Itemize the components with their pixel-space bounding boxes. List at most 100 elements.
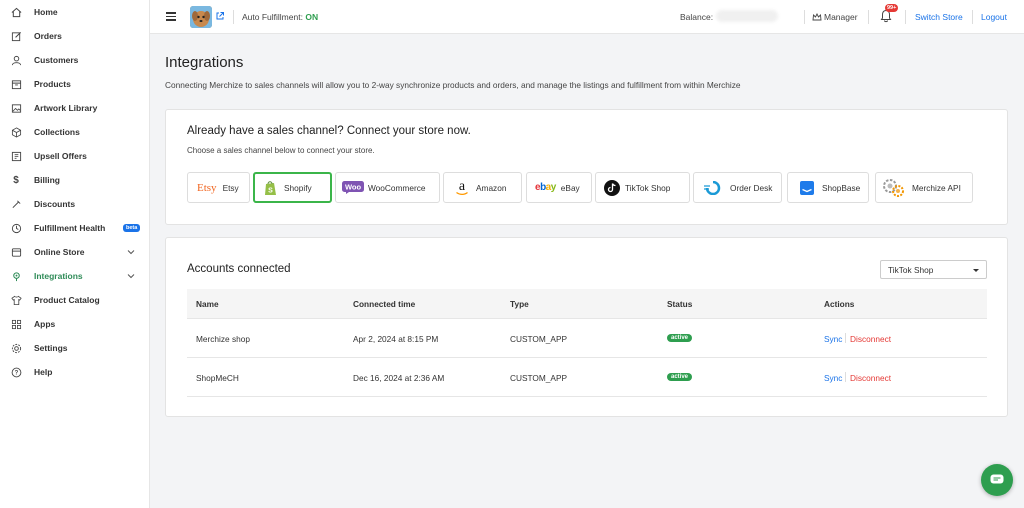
collection-icon (10, 126, 22, 138)
sidebar-item-label: Settings (34, 343, 68, 353)
account-name: Merchize shop (196, 334, 250, 344)
channel-name: eBay (560, 182, 580, 193)
sidebar-item-product-catalog[interactable]: Product Catalog (0, 290, 150, 310)
caret-down-icon (973, 269, 979, 272)
top-header: Auto Fulfillment: ON Balance: Manager 99… (150, 0, 1024, 34)
divider (233, 10, 234, 24)
external-link-icon[interactable] (215, 11, 225, 21)
logout-link[interactable]: Logout (981, 12, 1007, 22)
balance-value-hidden (716, 10, 778, 22)
sidebar-item-settings[interactable]: Settings (0, 338, 150, 358)
connect-subtitle: Choose a sales channel below to connect … (187, 146, 375, 155)
status-badge: active (667, 373, 693, 381)
crown-icon (812, 13, 822, 21)
connected-time: Apr 2, 2024 at 8:15 PM (353, 334, 439, 344)
help-icon: ? (10, 366, 22, 378)
balance-label: Balance: (680, 12, 714, 22)
status-badge: active (667, 334, 693, 342)
svg-text:?: ? (14, 370, 18, 376)
connected-time: Dec 16, 2024 at 2:36 AM (353, 373, 445, 383)
divider (845, 333, 846, 343)
auto-fulfillment-value: ON (305, 12, 319, 22)
shirt-icon (10, 294, 22, 306)
sidebar-item-label: Help (34, 367, 53, 377)
channel-shopbase[interactable]: ShopBase (787, 172, 869, 203)
channel-etsy[interactable]: Etsy Etsy (187, 172, 250, 203)
sidebar-item-customers[interactable]: Customers (0, 50, 150, 70)
channel-shopify[interactable]: S Shopify (253, 172, 332, 203)
sync-link[interactable]: Sync (824, 373, 842, 383)
dollar-icon: $ (13, 174, 19, 186)
accounts-connected-card: Accounts connected TikTok Shop Name Conn… (165, 237, 1008, 417)
manager-button[interactable]: Manager (812, 12, 858, 22)
sidebar-item-home[interactable]: Home (0, 2, 150, 22)
channel-name: Shopify (284, 182, 312, 193)
account-type: CUSTOM_APP (510, 373, 568, 383)
sidebar-item-label: Products (34, 79, 71, 89)
chevron-down-icon (127, 250, 135, 255)
menu-toggle-icon[interactable] (166, 12, 176, 21)
api-icon (881, 177, 907, 199)
channel-name: WooCommerce (368, 182, 426, 193)
channel-name: Amazon (476, 182, 507, 193)
channel-merchize-api[interactable]: Merchize API (875, 172, 973, 203)
ebay-icon: ebay (535, 182, 556, 193)
table-row: ShopMeCH Dec 16, 2024 at 2:36 AM CUSTOM_… (187, 358, 987, 397)
shopbase-icon (800, 180, 814, 195)
sidebar-item-fulfillment-health[interactable]: Fulfillment Health beta (0, 218, 150, 238)
store-avatar[interactable] (190, 6, 212, 28)
channel-amazon[interactable]: a Amazon (443, 172, 522, 203)
accounts-title: Accounts connected (187, 263, 291, 275)
channel-tiktok-shop[interactable]: TikTok Shop (595, 172, 690, 203)
notification-count-badge: 99+ (885, 4, 899, 12)
sync-link[interactable]: Sync (824, 334, 842, 344)
disconnect-link[interactable]: Disconnect (850, 373, 891, 383)
channel-filter-select[interactable]: TikTok Shop (880, 260, 987, 279)
sidebar-item-billing[interactable]: $ Billing (0, 170, 150, 190)
sidebar: Home Orders Customers Products Artwork L… (0, 0, 150, 508)
divider (804, 10, 805, 24)
channel-name: ShopBase (822, 182, 861, 193)
image-icon (10, 102, 22, 114)
auto-fulfillment-status: Auto Fulfillment: ON (242, 12, 318, 22)
switch-store-link[interactable]: Switch Store (915, 12, 963, 22)
channel-name: TikTok Shop (625, 182, 671, 193)
tiktok-icon (604, 179, 620, 196)
sidebar-item-help[interactable]: ? Help (0, 362, 150, 382)
divider (845, 372, 846, 382)
channel-order-desk[interactable]: Order Desk (693, 172, 782, 203)
sidebar-item-label: Integrations (34, 271, 83, 281)
sidebar-item-collections[interactable]: Collections (0, 122, 150, 142)
sidebar-item-upsell-offers[interactable]: Upsell Offers (0, 146, 150, 166)
channel-ebay[interactable]: ebay eBay (526, 172, 592, 203)
account-type: CUSTOM_APP (510, 334, 568, 344)
channel-name: Order Desk (730, 182, 773, 193)
sidebar-item-artwork-library[interactable]: Artwork Library (0, 98, 150, 118)
divider (868, 10, 869, 24)
sidebar-item-label: Upsell Offers (34, 151, 87, 161)
sidebar-item-integrations[interactable]: Integrations (0, 266, 150, 286)
sidebar-item-label: Fulfillment Health (34, 223, 106, 233)
connect-store-card: Already have a sales channel? Connect yo… (165, 109, 1008, 225)
channel-woocommerce[interactable]: Woo WooCommerce (335, 172, 440, 203)
box-icon (10, 78, 22, 90)
beta-badge: beta (123, 224, 141, 232)
sidebar-item-online-store[interactable]: Online Store (0, 242, 150, 262)
column-header: Name (196, 299, 219, 309)
column-header: Status (667, 299, 693, 309)
sidebar-item-label: Apps (34, 319, 56, 329)
channel-name: Etsy (222, 182, 239, 193)
svg-text:S: S (268, 187, 273, 194)
connect-title: Already have a sales channel? Connect yo… (187, 125, 471, 137)
gear-icon (10, 342, 22, 354)
sidebar-item-orders[interactable]: Orders (0, 26, 150, 46)
chat-support-button[interactable] (981, 464, 1013, 496)
sidebar-item-products[interactable]: Products (0, 74, 150, 94)
sidebar-item-label: Product Catalog (34, 295, 100, 305)
disconnect-link[interactable]: Disconnect (850, 334, 891, 344)
svg-text:a: a (459, 179, 466, 194)
tag-icon (10, 198, 22, 210)
sidebar-item-apps[interactable]: Apps (0, 314, 150, 334)
etsy-icon: Etsy (197, 181, 217, 194)
sidebar-item-discounts[interactable]: Discounts (0, 194, 150, 214)
